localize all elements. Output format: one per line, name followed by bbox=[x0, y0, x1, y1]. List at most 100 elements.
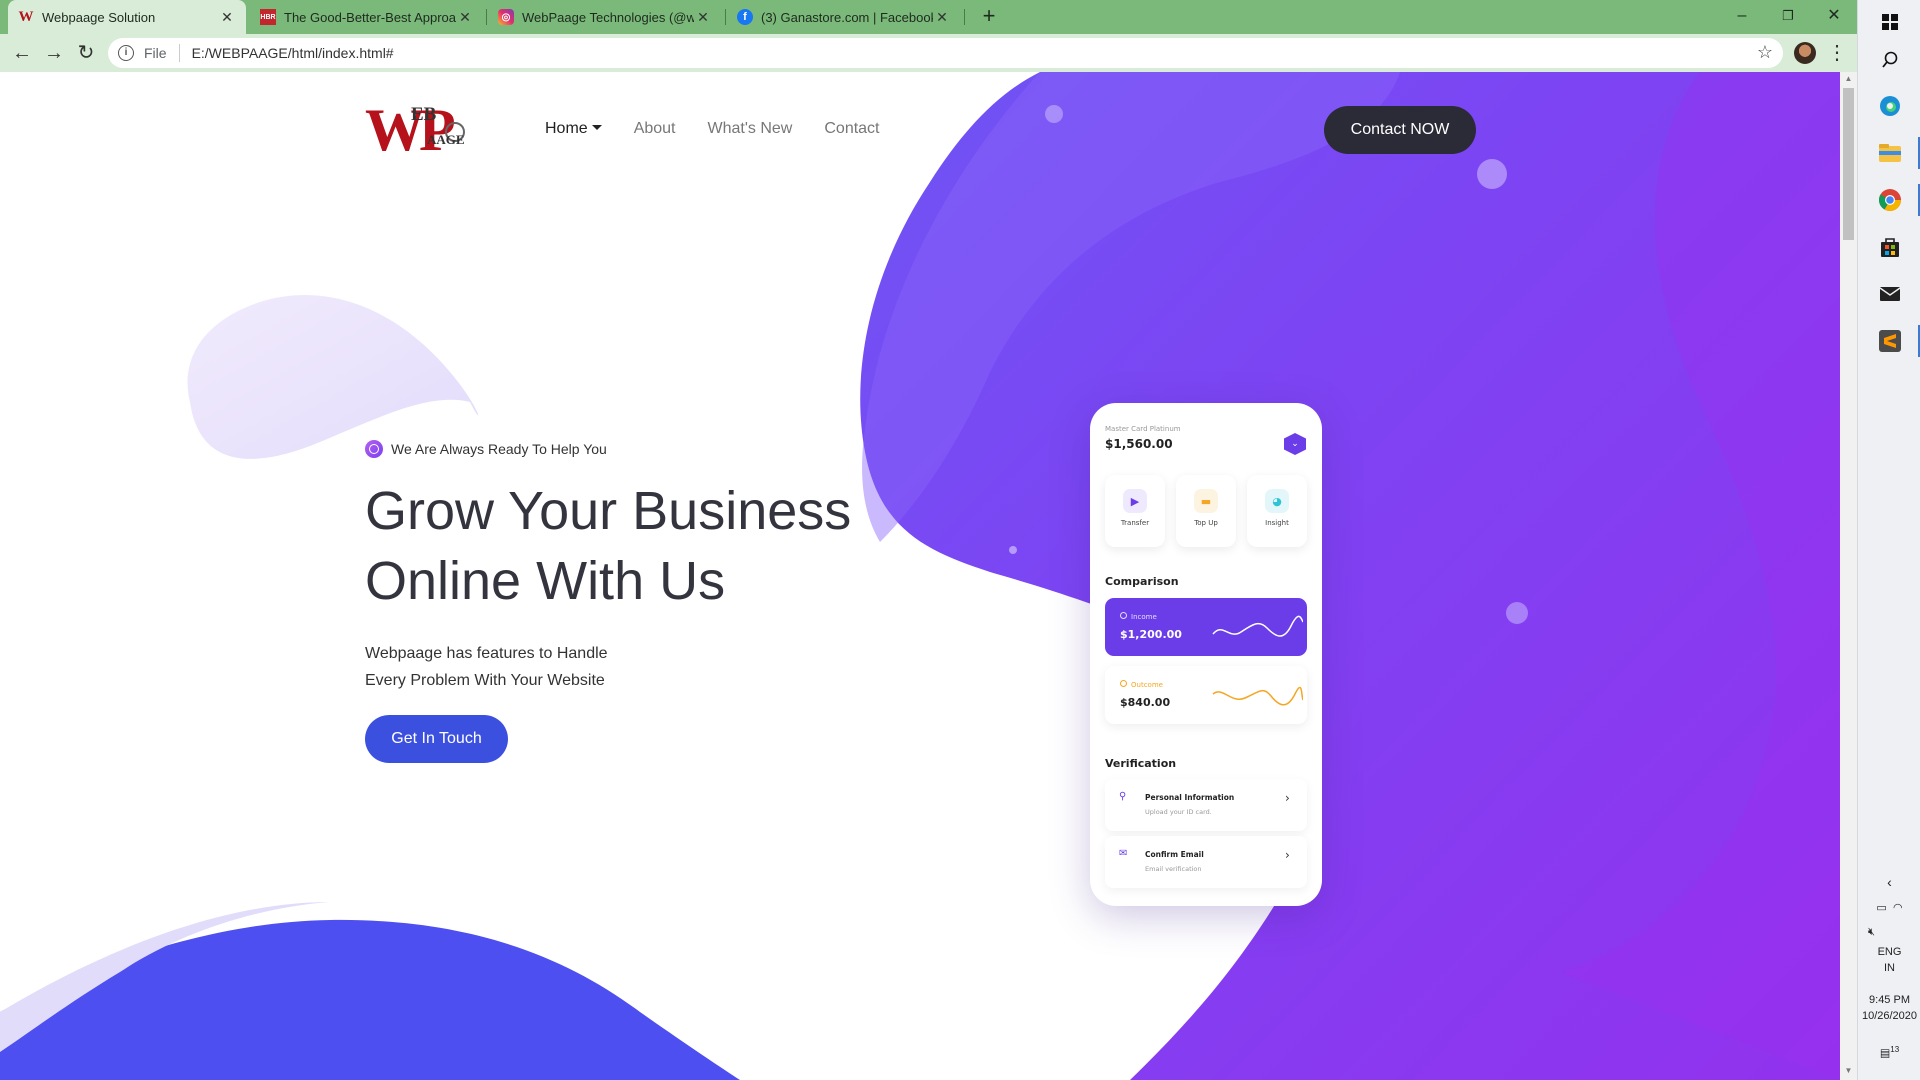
tab-divider bbox=[486, 9, 487, 25]
chevron-right-icon: › bbox=[1285, 791, 1290, 805]
info-icon[interactable]: i bbox=[118, 45, 134, 61]
page-scrollbar[interactable]: ▲ ▼ bbox=[1840, 72, 1857, 1080]
tab-title: Webpaage Solution bbox=[42, 9, 156, 25]
hero-description-line1: Webpaage has features to Handle bbox=[365, 645, 608, 662]
close-tab-icon[interactable]: ✕ bbox=[933, 9, 951, 26]
reload-button[interactable]: ↻ bbox=[72, 39, 100, 67]
tab-title: The Good-Better-Best Approach bbox=[284, 9, 456, 25]
nav-about[interactable]: About bbox=[634, 120, 676, 138]
taskbar-edge[interactable] bbox=[1858, 84, 1920, 128]
income-card: Income $1,200.00 bbox=[1105, 598, 1307, 656]
contact-now-button[interactable]: Contact NOW bbox=[1324, 106, 1476, 154]
tab-ganastore-facebook[interactable]: f (3) Ganastore.com | Facebook ✕ bbox=[727, 0, 961, 34]
wifi-icon[interactable]: ◠ bbox=[1893, 902, 1903, 914]
lavender-blob bbox=[187, 295, 479, 459]
minimize-button[interactable]: – bbox=[1719, 2, 1765, 32]
card-label: Master Card Platinum bbox=[1105, 425, 1181, 433]
verification-heading: Verification bbox=[1105, 757, 1177, 770]
scroll-thumb[interactable] bbox=[1843, 88, 1854, 240]
quick-action-topup: ▬ Top Up bbox=[1176, 475, 1236, 547]
taskbar-file-explorer[interactable] bbox=[1858, 131, 1920, 175]
quick-action-label: Transfer bbox=[1120, 519, 1150, 527]
facebook-favicon-icon: f bbox=[737, 9, 753, 25]
bubble bbox=[1506, 602, 1528, 624]
address-bar[interactable]: i File E:/WEBPAAGE/html/index.html# ☆ bbox=[108, 38, 1783, 68]
forward-button[interactable]: → bbox=[40, 39, 68, 67]
verify-subtitle: Upload your ID card. bbox=[1145, 808, 1212, 816]
region-code: IN bbox=[1884, 962, 1895, 974]
verify-personal-information: ⚲ Personal Information Upload your ID ca… bbox=[1105, 779, 1307, 831]
bookmark-star-icon[interactable]: ☆ bbox=[1757, 42, 1773, 63]
clock[interactable]: 9:45 PM 10/26/2020 bbox=[1858, 992, 1920, 1024]
edge-icon bbox=[1879, 96, 1900, 116]
phone-mockup: Master Card Platinum $1,560.00 ⌄ ▶ Trans… bbox=[1090, 403, 1322, 906]
store-icon bbox=[1880, 238, 1899, 257]
nav-home-label: Home bbox=[545, 120, 588, 137]
get-in-touch-button[interactable]: Get In Touch bbox=[365, 715, 508, 763]
browser-toolbar: ← → ↻ i File E:/WEBPAAGE/html/index.html… bbox=[0, 34, 1857, 72]
close-window-button[interactable]: ✕ bbox=[1811, 2, 1857, 32]
comparison-heading: Comparison bbox=[1105, 575, 1179, 588]
webpaage-favicon-icon: W bbox=[18, 8, 34, 25]
close-tab-icon[interactable]: ✕ bbox=[456, 9, 474, 26]
mail-icon: ✉ bbox=[1119, 848, 1128, 859]
nav-whats-new[interactable]: What's New bbox=[708, 120, 793, 138]
tab-good-better-best[interactable]: HBR The Good-Better-Best Approach ✕ bbox=[250, 0, 484, 34]
hero-title-line1: Grow Your Business bbox=[365, 481, 852, 541]
page-viewport: WP EB AAGE Home About What's New Contact… bbox=[0, 72, 1840, 1080]
main-nav: Home About What's New Contact bbox=[545, 120, 880, 138]
blue-blob-bottom bbox=[0, 919, 740, 1080]
url-text[interactable]: E:/WEBPAAGE/html/index.html# bbox=[192, 45, 394, 61]
mail-app-icon bbox=[1879, 287, 1900, 301]
outcome-card: Outcome $840.00 bbox=[1105, 666, 1307, 724]
clock-date: 10/26/2020 bbox=[1861, 1010, 1918, 1022]
income-label: Income bbox=[1120, 612, 1157, 621]
verify-title: Confirm Email bbox=[1145, 850, 1204, 859]
search-icon bbox=[1881, 51, 1897, 68]
pie-icon: ◕ bbox=[1265, 489, 1289, 513]
close-tab-icon[interactable]: ✕ bbox=[218, 9, 236, 26]
bubble bbox=[1477, 159, 1507, 189]
play-icon: ▶ bbox=[1123, 489, 1147, 513]
tab-divider bbox=[725, 9, 726, 25]
verify-subtitle: Email verification bbox=[1145, 865, 1202, 873]
logo-big-letters: WP bbox=[365, 97, 456, 163]
taskbar-mail[interactable] bbox=[1858, 272, 1920, 316]
volume-muted-icon[interactable]: 🔇︎ bbox=[1858, 924, 1920, 940]
card-amount: $1,560.00 bbox=[1105, 437, 1173, 451]
taskbar-sublime[interactable] bbox=[1858, 319, 1920, 363]
bubble bbox=[1045, 105, 1063, 123]
tab-webpaage-solution[interactable]: W Webpaage Solution ✕ bbox=[8, 0, 246, 34]
profile-avatar[interactable] bbox=[1794, 42, 1816, 64]
outcome-value: $840.00 bbox=[1120, 696, 1171, 709]
language-indicator[interactable]: ENG IN bbox=[1858, 944, 1920, 976]
scroll-down-icon[interactable]: ▼ bbox=[1840, 1066, 1857, 1080]
bubble bbox=[1009, 546, 1017, 554]
new-tab-button[interactable]: + bbox=[976, 4, 1002, 30]
nav-contact[interactable]: Contact bbox=[824, 120, 879, 138]
quick-action-label: Top Up bbox=[1194, 519, 1218, 527]
url-scheme: File bbox=[144, 45, 167, 61]
restore-button[interactable]: ❐ bbox=[1765, 2, 1811, 32]
windows-icon bbox=[1881, 14, 1898, 30]
back-button[interactable]: ← bbox=[8, 39, 36, 67]
chevron-down-icon: ⌄ bbox=[1284, 433, 1306, 455]
taskbar-store[interactable] bbox=[1858, 225, 1920, 269]
notification-count: 13 bbox=[1890, 1045, 1900, 1054]
taskbar-chrome[interactable] bbox=[1858, 178, 1920, 222]
tab-webpaage-instagram[interactable]: ◎ WebPaage Technologies (@webp ✕ bbox=[488, 0, 722, 34]
browser-menu-icon[interactable]: ⋮ bbox=[1827, 39, 1847, 67]
battery-icon[interactable]: ▭ bbox=[1876, 902, 1886, 914]
logo-top-letters: EB bbox=[411, 104, 437, 125]
hbr-favicon-icon: HBR bbox=[260, 9, 276, 25]
income-value: $1,200.00 bbox=[1120, 628, 1182, 641]
close-tab-icon[interactable]: ✕ bbox=[694, 9, 712, 26]
chevron-left-icon[interactable]: ‹ bbox=[1858, 874, 1920, 890]
webpaage-logo[interactable]: WP EB AAGE bbox=[365, 97, 469, 163]
tray-icons: ▭ ◠ bbox=[1858, 900, 1920, 916]
folder-icon bbox=[1878, 144, 1901, 162]
nav-home[interactable]: Home bbox=[545, 120, 602, 138]
search-button[interactable] bbox=[1858, 38, 1920, 82]
scroll-up-icon[interactable]: ▲ bbox=[1840, 74, 1857, 88]
action-center-button[interactable]: ▤13 bbox=[1858, 1042, 1920, 1062]
